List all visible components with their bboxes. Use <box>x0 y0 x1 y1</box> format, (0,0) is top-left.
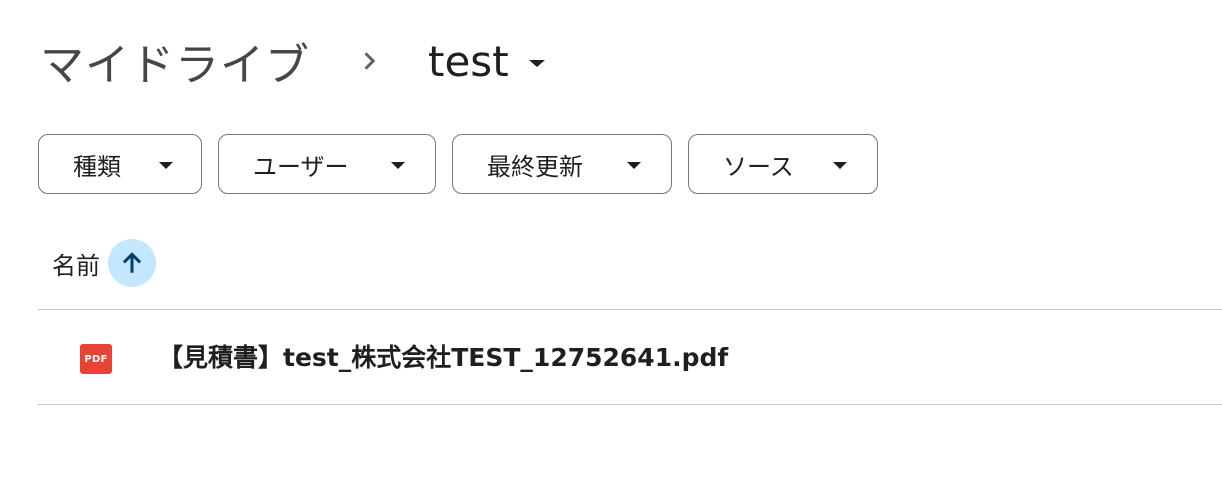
caret-down-icon <box>833 162 847 169</box>
caret-down-icon <box>159 162 173 169</box>
column-header-name[interactable]: 名前 <box>52 246 100 281</box>
breadcrumb-my-drive[interactable]: マイドライブ <box>40 29 316 93</box>
filter-user-label: ユーザー <box>253 152 349 181</box>
drive-folder-view: マイドライブ test 種類 ユーザー 最終更新 ソース 名前 PDF 【見積書… <box>0 0 1222 482</box>
filter-type-chip[interactable]: 種類 <box>38 134 202 194</box>
caret-down-icon <box>627 162 641 169</box>
filter-modified-label: 最終更新 <box>487 152 583 181</box>
sort-direction-button[interactable] <box>108 239 156 287</box>
arrow-up-icon <box>122 252 142 273</box>
breadcrumb: マイドライブ test <box>40 28 545 94</box>
divider <box>38 404 1222 405</box>
filter-user-chip[interactable]: ユーザー <box>218 134 436 194</box>
filter-type-label: 種類 <box>73 152 121 181</box>
caret-down-icon <box>391 162 405 169</box>
filter-modified-chip[interactable]: 最終更新 <box>452 134 672 194</box>
chevron-right-icon <box>358 49 382 73</box>
pdf-icon: PDF <box>80 344 112 374</box>
filter-source-label: ソース <box>723 152 794 181</box>
breadcrumb-current-folder-button[interactable]: test <box>428 37 545 86</box>
column-header: 名前 <box>52 238 156 288</box>
file-row[interactable]: PDF 【見積書】test_株式会社TEST_12752641.pdf <box>38 310 1222 404</box>
filter-source-chip[interactable]: ソース <box>688 134 878 194</box>
breadcrumb-current-label: test <box>428 36 509 86</box>
file-name: 【見積書】test_株式会社TEST_12752641.pdf <box>158 343 729 372</box>
caret-down-icon <box>528 59 545 67</box>
